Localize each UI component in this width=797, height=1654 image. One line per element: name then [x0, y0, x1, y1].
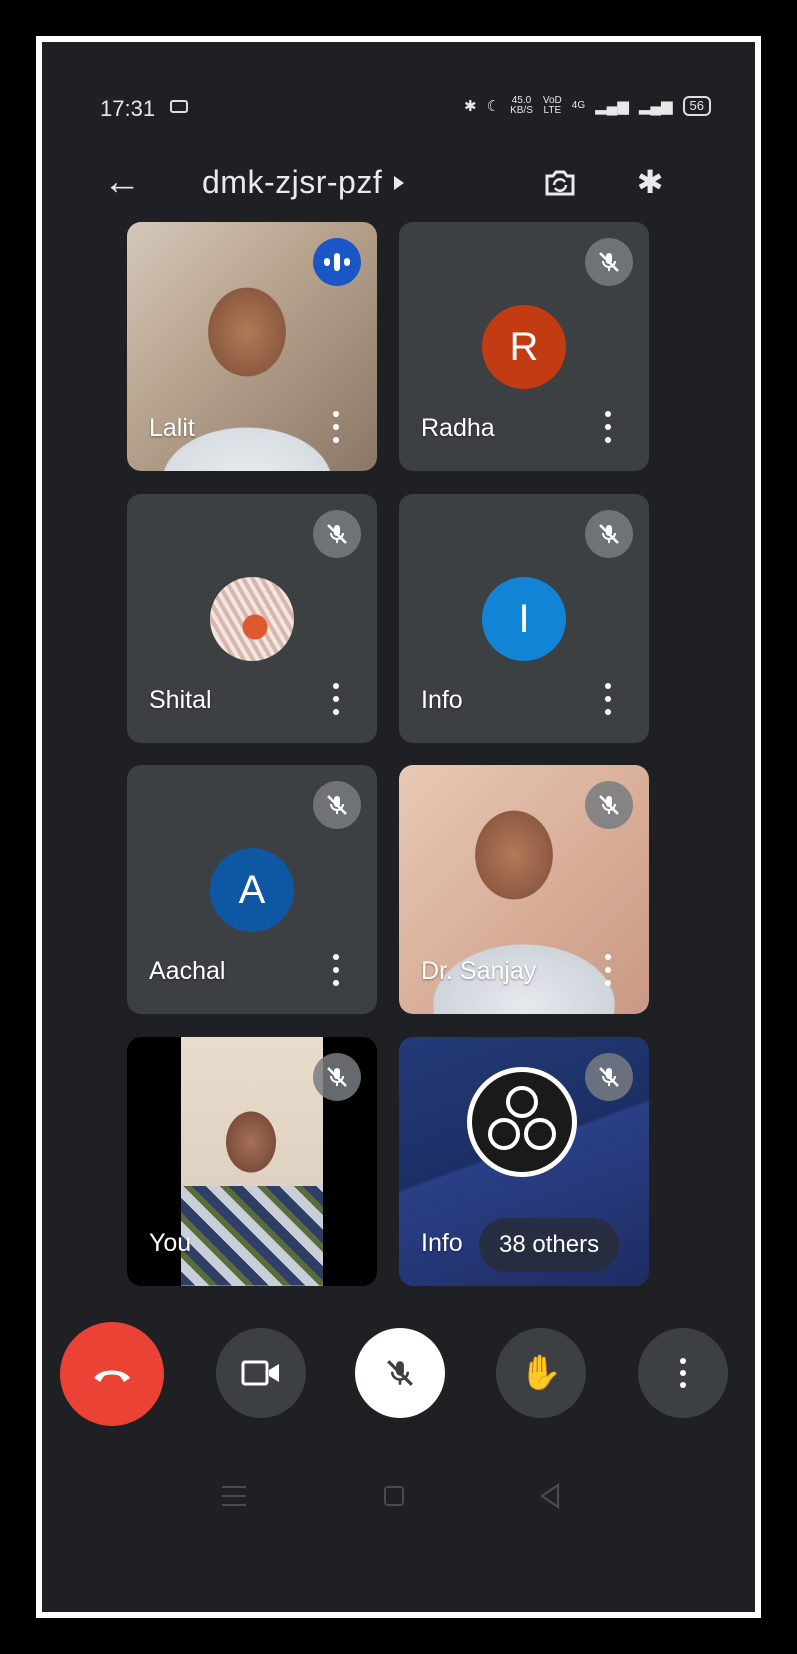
hang-up-icon [94, 1370, 130, 1382]
status-icons: ✱ ☾ 45.0 KB/S VoD LTE 4G ▂▄▆ ▂▄▆ 56 [464, 96, 711, 116]
signal-icon: ▂▄▆ [595, 98, 629, 115]
mic-off-icon [585, 510, 633, 558]
participant-name: Dr. Sanjay [421, 957, 537, 985]
participant-name: Radha [421, 414, 495, 442]
mic-off-icon [585, 238, 633, 286]
do-not-disturb-icon: ☾ [486, 98, 501, 115]
obs-icon [472, 1072, 572, 1172]
participant-name: Shital [149, 686, 212, 714]
participant-name: You [149, 1229, 192, 1257]
menu-icon [222, 1486, 246, 1506]
participant-name: Aachal [149, 957, 226, 985]
mic-toggle-button[interactable] [355, 1328, 445, 1418]
tile-more-button[interactable] [603, 954, 613, 986]
system-nav-bar [42, 1460, 755, 1530]
status-time: 17:31 [100, 96, 156, 121]
net-speed-unit: KB/S [510, 105, 533, 116]
tile-more-button[interactable] [331, 954, 341, 986]
volte-bottom: LTE [543, 105, 562, 116]
square-icon [384, 1486, 404, 1506]
bluetooth-icon: ✱ [636, 164, 664, 200]
recents-button[interactable] [214, 1476, 254, 1516]
end-call-button[interactable] [60, 1322, 164, 1426]
bluetooth-audio-button[interactable]: ✱ [626, 158, 674, 206]
switch-camera-button[interactable] [536, 158, 584, 206]
mic-off-icon [585, 781, 633, 829]
avatar: A [210, 848, 294, 932]
self-video [181, 1037, 323, 1286]
camera-status-icon [170, 100, 188, 113]
mic-off-icon [585, 1053, 633, 1101]
more-vert-icon [678, 1358, 688, 1388]
meeting-title[interactable]: dmk-zjsr-pzf [202, 164, 405, 201]
switch-camera-icon [545, 170, 575, 196]
phone-frame: 17:31 ✱ ☾ 45.0 KB/S VoD LTE 4G ▂▄▆ ▂▄▆ 5… [36, 36, 761, 1618]
mic-off-icon [313, 781, 361, 829]
meet-screen: 17:31 ✱ ☾ 45.0 KB/S VoD LTE 4G ▂▄▆ ▂▄▆ 5… [42, 42, 755, 1612]
battery-icon: 56 [682, 96, 711, 116]
hand-icon: ✋ [519, 1354, 563, 1392]
participant-tile[interactable]: Lalit [127, 222, 377, 471]
participant-tile[interactable]: Info 38 others [399, 1037, 649, 1286]
participant-tile[interactable]: Shital [127, 494, 377, 743]
status-bar: 17:31 ✱ ☾ 45.0 KB/S VoD LTE 4G ▂▄▆ ▂▄▆ 5… [42, 88, 755, 128]
more-options-button[interactable] [638, 1328, 728, 1418]
net-speed: 45.0 KB/S [510, 96, 533, 116]
others-pill[interactable]: 38 others [479, 1218, 620, 1272]
volte-indicator: VoD LTE [543, 96, 562, 116]
caret-right-icon [394, 175, 405, 190]
meeting-header: ← dmk-zjsr-pzf ✱ [42, 150, 755, 214]
participant-tile[interactable]: R Radha [399, 222, 649, 471]
signal-icon-2: ▂▄▆ [638, 98, 673, 115]
avatar-photo [210, 577, 294, 661]
home-button[interactable] [374, 1476, 414, 1516]
mic-off-icon [313, 510, 361, 558]
back-arrow-icon[interactable]: ← [98, 158, 146, 206]
triangle-back-icon [540, 1483, 560, 1509]
avatar: I [482, 577, 566, 661]
tile-more-button[interactable] [603, 411, 613, 443]
obs-logo [467, 1067, 577, 1177]
video-camera-icon [241, 1360, 279, 1386]
participant-tile[interactable]: A Aachal [127, 765, 377, 1014]
meeting-code: dmk-zjsr-pzf [202, 164, 383, 200]
participant-tile[interactable]: I Info [399, 494, 649, 743]
speaking-indicator-icon [313, 238, 361, 286]
participant-tile[interactable]: Dr. Sanjay [399, 765, 649, 1014]
bluetooth-status-icon: ✱ [464, 98, 477, 115]
avatar: R [482, 305, 566, 389]
camera-toggle-button[interactable] [216, 1328, 306, 1418]
raise-hand-button[interactable]: ✋ [496, 1328, 586, 1418]
mic-off-icon [313, 1053, 361, 1101]
participant-name: Info [421, 686, 463, 714]
system-back-button[interactable] [530, 1476, 570, 1516]
self-tile[interactable]: You [127, 1037, 377, 1286]
participant-name: Lalit [149, 414, 195, 442]
tile-more-button[interactable] [331, 411, 341, 443]
mic-off-icon [387, 1360, 413, 1386]
tile-more-button[interactable] [331, 683, 341, 715]
network-type: 4G [571, 100, 586, 111]
participant-name: Info [421, 1229, 463, 1257]
tile-more-button[interactable] [603, 683, 613, 715]
